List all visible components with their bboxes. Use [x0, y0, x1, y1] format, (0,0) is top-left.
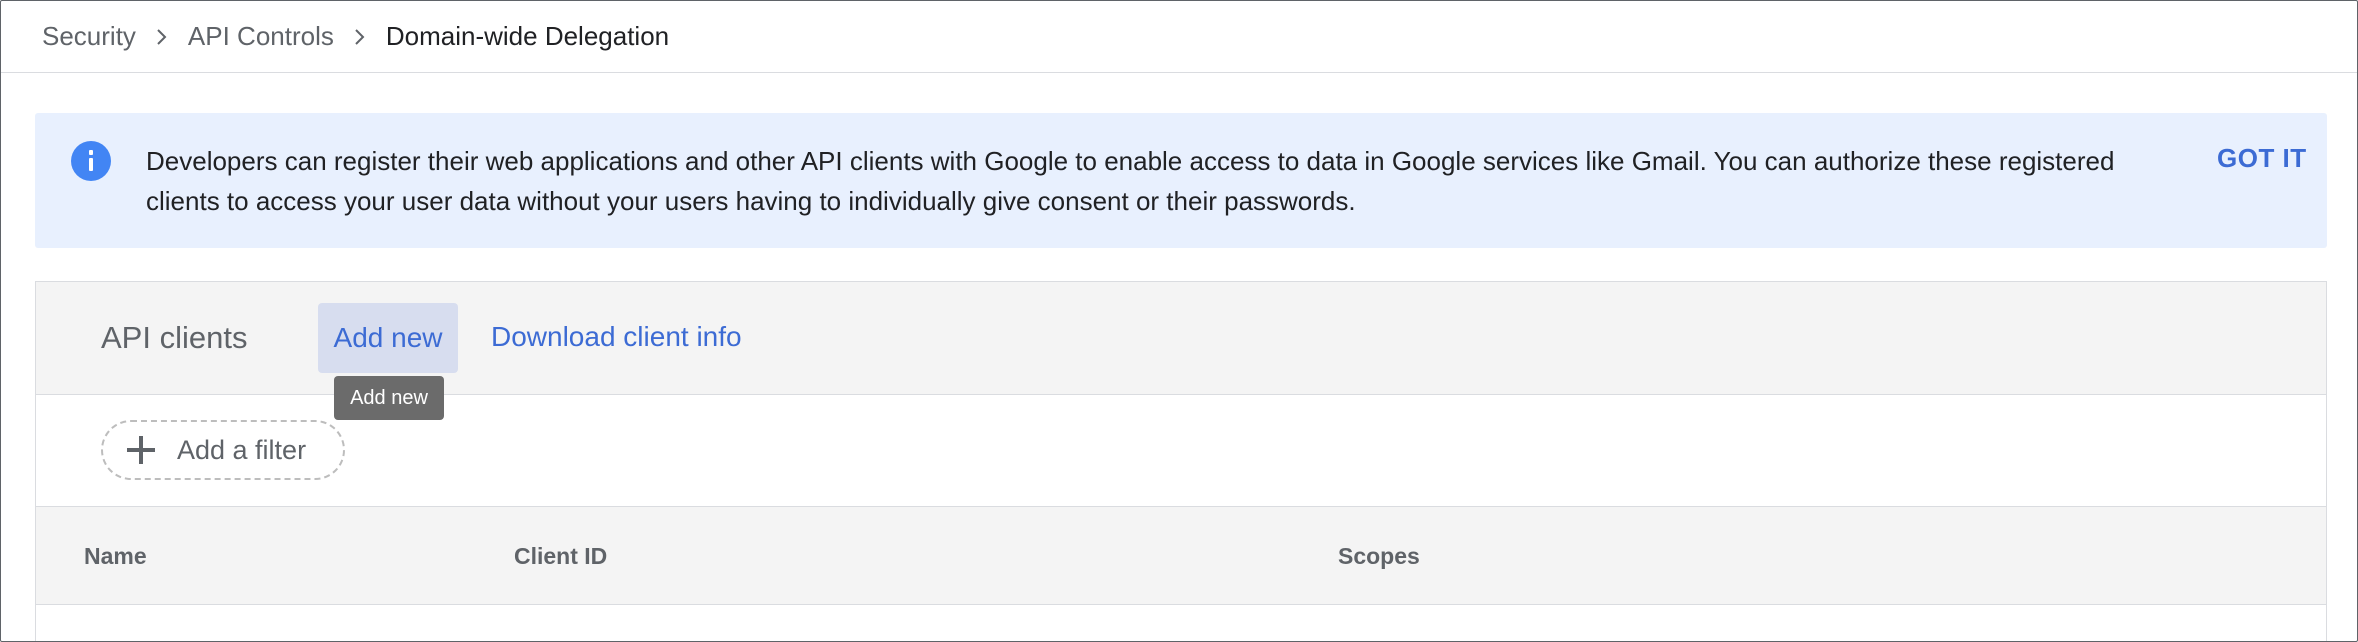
breadcrumb-api-controls[interactable]: API Controls — [188, 21, 334, 52]
chevron-right-icon — [334, 27, 386, 47]
add-filter-label: Add a filter — [177, 434, 307, 465]
chevron-right-icon — [136, 27, 188, 47]
got-it-button[interactable]: GOT IT — [2217, 143, 2307, 174]
plus-icon — [127, 436, 155, 464]
column-header-client-id[interactable]: Client ID — [514, 543, 607, 570]
column-header-name[interactable]: Name — [84, 543, 147, 570]
breadcrumb-security[interactable]: Security — [42, 21, 136, 52]
panel-title: API clients — [101, 320, 248, 355]
api-clients-panel: API clients Add new Download client info… — [35, 281, 2327, 641]
add-filter-button[interactable]: Add a filter — [101, 420, 345, 480]
banner-message: Developers can register their web applic… — [146, 146, 2115, 216]
table-header: Name Client ID Scopes — [36, 507, 2326, 605]
column-header-scopes[interactable]: Scopes — [1338, 543, 1420, 570]
info-banner: Developers can register their web applic… — [35, 113, 2327, 248]
add-new-button[interactable]: Add new — [318, 303, 458, 373]
header-divider — [1, 72, 2357, 73]
add-new-tooltip: Add new — [334, 376, 444, 420]
breadcrumb: Security API Controls Domain-wide Delega… — [42, 1, 669, 72]
info-icon — [71, 141, 111, 181]
download-client-info-button[interactable]: Download client info — [491, 321, 742, 353]
page-frame: Security API Controls Domain-wide Delega… — [0, 0, 2358, 642]
breadcrumb-current-page: Domain-wide Delegation — [385, 21, 670, 51]
